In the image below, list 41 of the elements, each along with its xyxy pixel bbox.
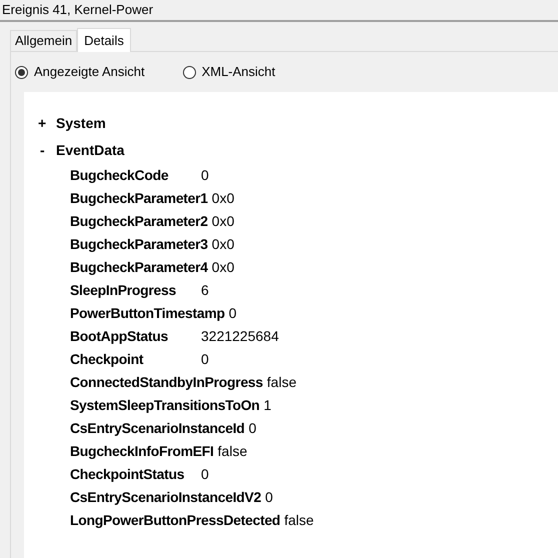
field-value: false — [266, 373, 296, 392]
field-name: Checkpoint — [70, 350, 144, 369]
field-name: BugcheckInfoFromEFI — [70, 442, 214, 461]
field-value: 0 — [228, 304, 237, 323]
field-value: 6 — [201, 281, 209, 300]
field-name: BugcheckParameter4 — [70, 258, 208, 277]
field-value: false — [218, 442, 248, 461]
field-name: CheckpointStatus — [70, 465, 186, 484]
field-name: BootAppStatus — [70, 327, 169, 346]
field-name: BugcheckParameter1 — [70, 189, 208, 208]
field-value: 0 — [201, 166, 209, 185]
field-name: SleepInProgress — [70, 281, 177, 300]
radio-option[interactable]: Angezeigte Ansicht — [15, 62, 145, 82]
field-value: 0 — [265, 488, 273, 507]
tree-node-label: EventData — [56, 141, 124, 160]
field-name: SystemSleepTransitionsToOn — [70, 396, 260, 415]
field-value: 0x0 — [212, 212, 234, 231]
radio-option[interactable]: XML-Ansicht — [182, 62, 276, 82]
field-name: PowerButtonTimestamp — [70, 304, 225, 323]
field-value: 0x0 — [212, 235, 234, 254]
field-name: BugcheckCode — [70, 166, 170, 185]
tab[interactable]: Allgemein — [10, 30, 78, 51]
tab[interactable]: Details — [77, 28, 131, 52]
expand-toggle[interactable]: + — [38, 113, 56, 134]
field-name: BugcheckParameter2 — [70, 212, 208, 231]
field-value: false — [284, 511, 314, 530]
field-name: LongPowerButtonPressDetected — [70, 511, 280, 530]
field-value: 0x0 — [212, 258, 234, 277]
field-value: 0 — [201, 350, 209, 369]
collapse-toggle[interactable]: - — [38, 140, 56, 161]
field-value: 0 — [201, 465, 209, 484]
field-name: BugcheckParameter3 — [70, 235, 208, 254]
field-value: 0 — [248, 419, 256, 438]
field-name: ConnectedStandbyInProgress — [70, 373, 263, 392]
tree-node-label: System — [56, 114, 106, 133]
field-value: 1 — [264, 396, 272, 415]
field-value: 3221225684 — [201, 327, 279, 346]
field-name: CsEntryScenarioInstanceIdV2 — [70, 488, 262, 507]
window-title: Ereignis 41, Kernel-Power — [2, 1, 154, 20]
field-name: CsEntryScenarioInstanceId — [70, 419, 245, 438]
field-value: 0x0 — [212, 189, 234, 208]
